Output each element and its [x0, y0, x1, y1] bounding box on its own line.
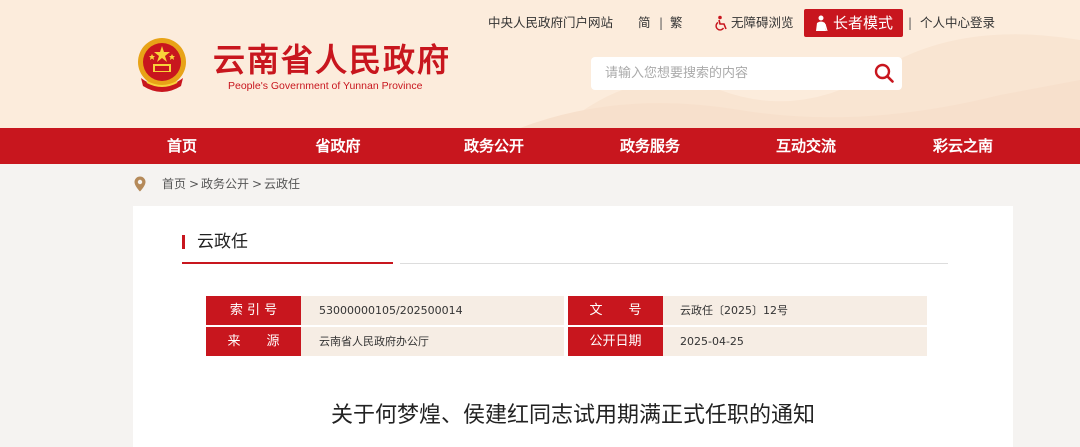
divider: |	[659, 16, 664, 30]
meta-doc-no-label: 文 号	[568, 296, 663, 325]
nav-provincial-government[interactable]: 省政府	[278, 128, 398, 164]
elder-mode-button[interactable]: 长者模式	[804, 9, 903, 37]
nav-colorful-yunnan[interactable]: 彩云之南	[903, 128, 1023, 164]
traditional-chinese-link[interactable]: 繁	[670, 9, 683, 37]
section-title: 云政任	[197, 232, 248, 252]
search-box	[591, 57, 902, 90]
user-center-login-link[interactable]: 个人中心登录	[920, 9, 995, 37]
document-meta-table: 索 引 号 53000000105/202500014 文 号 云政任〔2025…	[206, 296, 927, 356]
top-links-bar: 中央人民政府门户网站 简 | 繁 无障碍浏览 长者模式 | 个人中心登录	[0, 9, 1080, 37]
search-icon[interactable]	[873, 62, 895, 84]
accessible-browsing-link[interactable]: 无障碍浏览	[731, 9, 794, 37]
meta-source-label: 来 源	[206, 327, 301, 356]
site-title[interactable]: 云南省人民政府	[213, 40, 451, 80]
elder-mode-label: 长者模式	[833, 14, 894, 32]
accessibility-icon	[715, 15, 727, 31]
main-nav: 首页 省政府 政务公开 政务服务 互动交流 彩云之南	[0, 128, 1080, 164]
meta-source-value: 云南省人民政府办公厅	[319, 335, 429, 348]
nav-interaction[interactable]: 互动交流	[746, 128, 866, 164]
breadcrumb-separator: >	[189, 177, 200, 191]
breadcrumb-separator: >	[252, 177, 263, 191]
divider: |	[908, 16, 913, 30]
section-underline	[400, 263, 948, 264]
national-emblem-icon[interactable]	[133, 34, 191, 96]
nav-home[interactable]: 首页	[122, 128, 242, 164]
simplified-chinese-link[interactable]: 简	[638, 9, 651, 37]
breadcrumb-home[interactable]: 首页	[162, 174, 186, 194]
nav-government-services[interactable]: 政务服务	[590, 128, 710, 164]
elder-icon	[816, 15, 828, 31]
location-pin-icon	[134, 176, 146, 192]
section-title-marker	[182, 235, 185, 249]
meta-date-label: 公开日期	[568, 327, 663, 356]
site-subtitle: People's Government of Yunnan Province	[228, 80, 423, 92]
central-portal-link[interactable]: 中央人民政府门户网站	[488, 9, 613, 37]
section-underline-active	[182, 262, 393, 264]
document-title: 关于何梦煌、侯建红同志试用期满正式任职的通知	[330, 403, 815, 428]
meta-index-value: 53000000105/202500014	[319, 304, 463, 317]
search-input[interactable]	[591, 57, 861, 90]
breadcrumb-current[interactable]: 云政任	[264, 174, 300, 194]
meta-doc-no-value: 云政任〔2025〕12号	[680, 304, 788, 317]
meta-index-label: 索 引 号	[206, 296, 301, 325]
nav-government-affairs-public[interactable]: 政务公开	[434, 128, 554, 164]
breadcrumb-government-affairs-public[interactable]: 政务公开	[201, 174, 249, 194]
meta-date-value: 2025-04-25	[680, 335, 744, 348]
